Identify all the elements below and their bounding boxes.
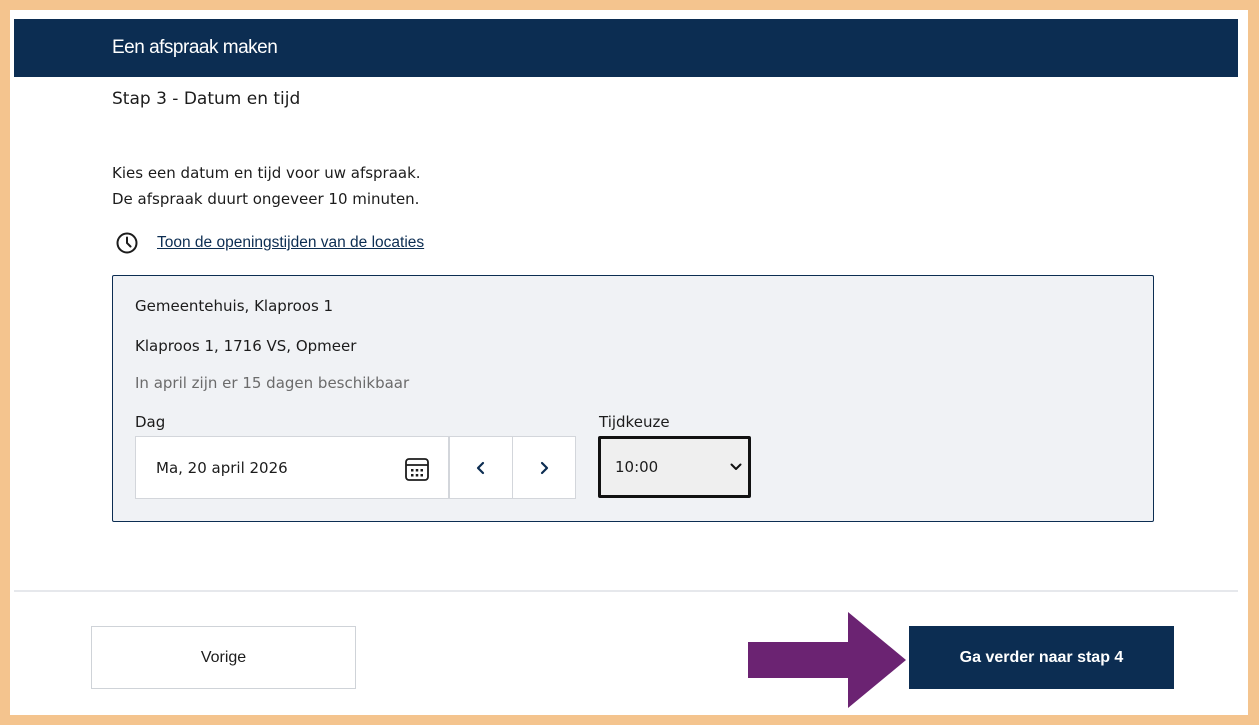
previous-day-button[interactable] [449,436,513,499]
date-value: Ma, 20 april 2026 [156,458,288,477]
page-header: Een afspraak maken [14,19,1238,77]
chevron-right-icon [540,461,549,474]
intro-line-2: De afspraak duurt ongeveer 10 minuten. [112,190,420,208]
chevron-left-icon [476,461,485,474]
calendar-icon[interactable] [404,456,430,482]
time-label: Tijdkeuze [599,413,670,431]
opening-hours-link[interactable]: Toon de openingstijden van de locaties [157,234,424,252]
next-day-button[interactable] [512,436,576,499]
date-input[interactable]: Ma, 20 april 2026 [135,436,449,499]
intro-line-1: Kies een datum en tijd voor uw afspraak. [112,164,421,182]
next-step-button[interactable]: Ga verder naar stap 4 [909,626,1174,689]
date-label: Dag [135,413,166,431]
location-name: Gemeentehuis, Klaproos 1 [135,297,334,315]
clock-icon [116,232,138,254]
annotation-arrow-icon [748,612,906,708]
time-select[interactable]: 10:00 [598,436,751,498]
intro-text: Kies een datum en tijd voor uw afspraak.… [112,160,421,212]
step-title: Stap 3 - Datum en tijd [112,89,301,109]
availability-text: In april zijn er 15 dagen beschikbaar [135,374,410,392]
header-title: Een afspraak maken [112,37,278,58]
footer-divider [14,590,1238,592]
time-value: 10:00 [615,458,659,476]
location-card: Gemeentehuis, Klaproos 1 Klaproos 1, 171… [112,275,1154,522]
previous-step-button[interactable]: Vorige [91,626,356,689]
chevron-down-icon [730,463,742,470]
opening-hours-row: Toon de openingstijden van de locaties [115,230,424,256]
location-address: Klaproos 1, 1716 VS, Opmeer [135,337,357,355]
